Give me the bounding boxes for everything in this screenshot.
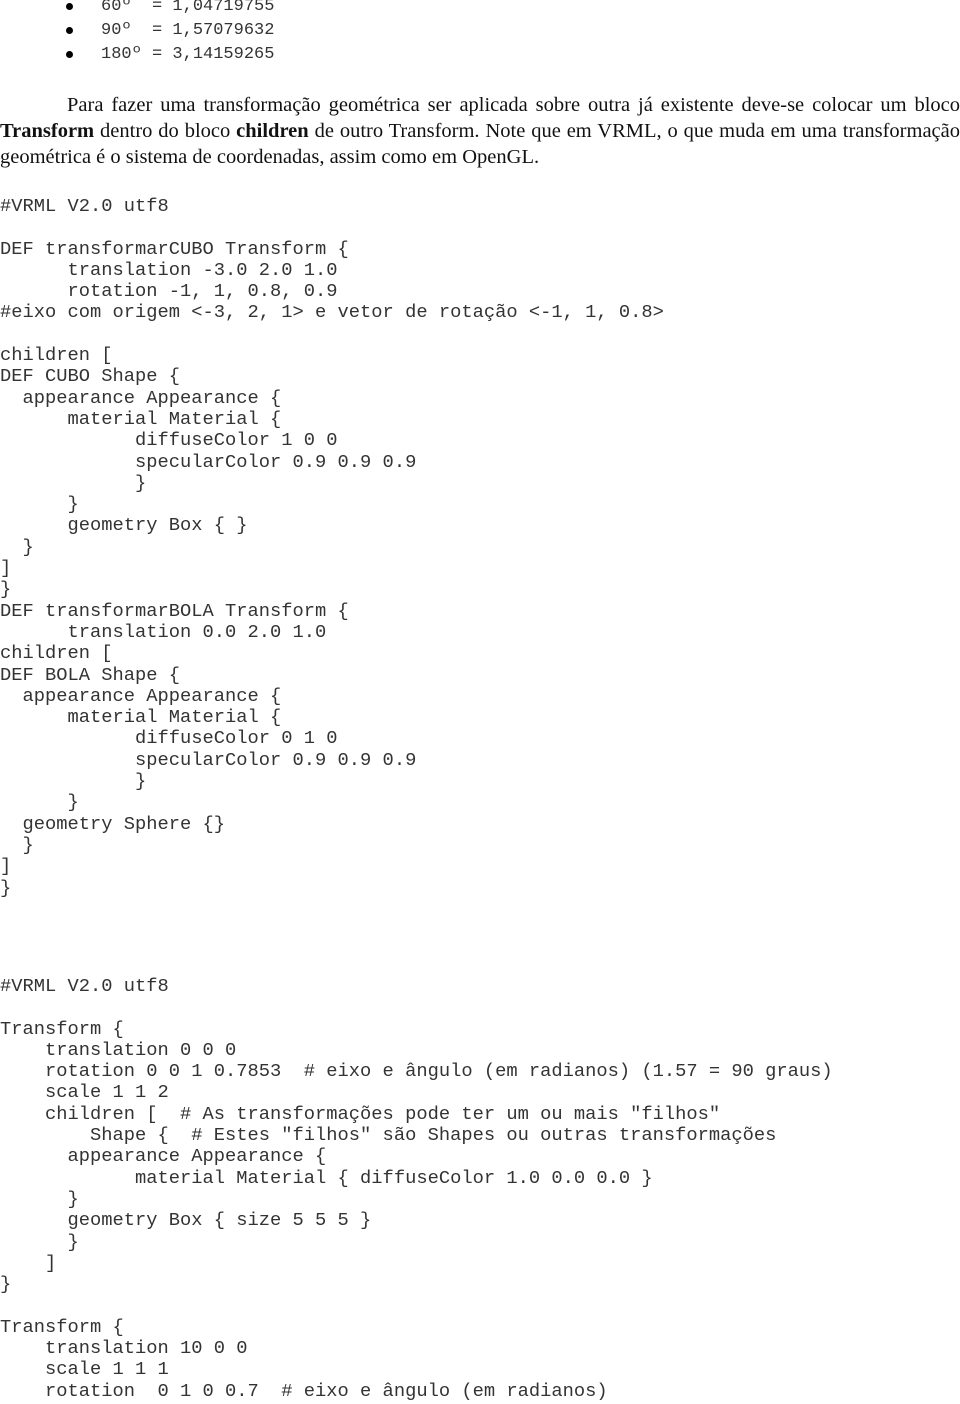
paragraph-text: Para fazer uma transformação geométrica … bbox=[67, 94, 960, 116]
code-line: geometry Box { size 5 5 5 } bbox=[0, 1209, 372, 1232]
code-line: #VRML V2.0 utf8 bbox=[0, 195, 169, 217]
list-item-text: 90º = 1,57079632 bbox=[101, 21, 275, 40]
code-line: appearance Appearance { bbox=[0, 1145, 327, 1168]
code-line: translation 0.0 2.0 1.0 bbox=[0, 620, 327, 643]
code-line: specularColor 0.9 0.9 0.9 bbox=[0, 748, 417, 771]
code-line: children [ bbox=[0, 642, 113, 665]
code-line: diffuseColor 0 1 0 bbox=[0, 727, 338, 750]
code-line: material Material { bbox=[0, 407, 282, 430]
code-line: #eixo com origem <-3, 2, 1> e vetor de r… bbox=[0, 301, 664, 324]
code-line: #VRML V2.0 utf8 bbox=[0, 975, 169, 997]
code-line: DEF BOLA Shape { bbox=[0, 663, 181, 686]
list-item-text: 60º = 1,04719755 bbox=[101, 0, 275, 16]
code-line: ] bbox=[0, 557, 12, 580]
code-line: } bbox=[0, 578, 12, 601]
code-line: } bbox=[0, 535, 34, 558]
code-line: Transform { bbox=[0, 1017, 124, 1040]
radian-conversion-list: 60º = 1,04719755 90º = 1,57079632 180º =… bbox=[0, 0, 274, 67]
bullet-icon bbox=[66, 51, 73, 58]
code-line: appearance Appearance { bbox=[0, 684, 282, 707]
paragraph-bold: Transform bbox=[0, 120, 95, 142]
code-line: scale 1 1 1 bbox=[0, 1358, 169, 1381]
code-line: } bbox=[0, 791, 79, 814]
code-line: rotation 0 0 1 0.7853 # eixo e ângulo (e… bbox=[0, 1060, 833, 1083]
code-line: translation -3.0 2.0 1.0 bbox=[0, 258, 338, 281]
code-line: } bbox=[0, 471, 147, 494]
code-line: ] bbox=[0, 855, 12, 878]
code-line: } bbox=[0, 1187, 79, 1210]
code-line: appearance Appearance { bbox=[0, 386, 282, 409]
code-line: Shape { # Estes "filhos" são Shapes ou o… bbox=[0, 1124, 777, 1147]
code-line: translation 10 0 0 bbox=[0, 1337, 248, 1360]
code-line: scale 1 1 2 bbox=[0, 1081, 169, 1104]
code-line: Transform { bbox=[0, 1315, 124, 1338]
list-item: 90º = 1,57079632 bbox=[0, 19, 274, 43]
code-line: geometry Sphere {} bbox=[0, 812, 226, 835]
code-line: rotation -1, 1, 0.8, 0.9 bbox=[0, 280, 338, 303]
paragraph-bold: children bbox=[236, 120, 309, 142]
bullet-icon bbox=[66, 27, 73, 34]
code-line: geometry Box { } bbox=[0, 514, 248, 537]
bullet-icon bbox=[66, 3, 73, 10]
code-line: } bbox=[0, 833, 34, 856]
code-block-2: #VRML V2.0 utf8 Transform { translation 0… bbox=[0, 975, 833, 1402]
code-block-1: #VRML V2.0 utf8 DEF transformarCUBO Trans… bbox=[0, 195, 664, 899]
code-line: material Material { bbox=[0, 706, 282, 729]
code-line: specularColor 0.9 0.9 0.9 bbox=[0, 450, 417, 473]
code-line: } bbox=[0, 493, 79, 516]
code-line: } bbox=[0, 1273, 12, 1296]
code-line: DEF transformarCUBO Transform { bbox=[0, 237, 349, 260]
body-paragraph: Para fazer uma transformação geométrica … bbox=[0, 92, 960, 170]
code-line: ] bbox=[0, 1251, 57, 1274]
list-item: 60º = 1,04719755 bbox=[0, 0, 274, 19]
code-line: material Material { diffuseColor 1.0 0.0… bbox=[0, 1166, 653, 1189]
code-line: children [ bbox=[0, 344, 113, 367]
list-item: 180º = 3,14159265 bbox=[0, 43, 274, 67]
code-line: translation 0 0 0 bbox=[0, 1038, 237, 1061]
paragraph-text: dentro do bloco bbox=[94, 120, 237, 142]
code-line: rotation 0 1 0 0.7 # eixo e ângulo (em r… bbox=[0, 1379, 608, 1402]
code-line: DEF CUBO Shape { bbox=[0, 365, 181, 388]
code-line: diffuseColor 1 0 0 bbox=[0, 429, 338, 452]
code-line: children [ # As transformações pode ter … bbox=[0, 1102, 721, 1125]
list-item-text: 180º = 3,14159265 bbox=[101, 45, 275, 64]
code-line: } bbox=[0, 770, 147, 793]
code-line: DEF transformarBOLA Transform { bbox=[0, 599, 349, 622]
code-line: } bbox=[0, 876, 12, 899]
code-line: } bbox=[0, 1230, 79, 1253]
